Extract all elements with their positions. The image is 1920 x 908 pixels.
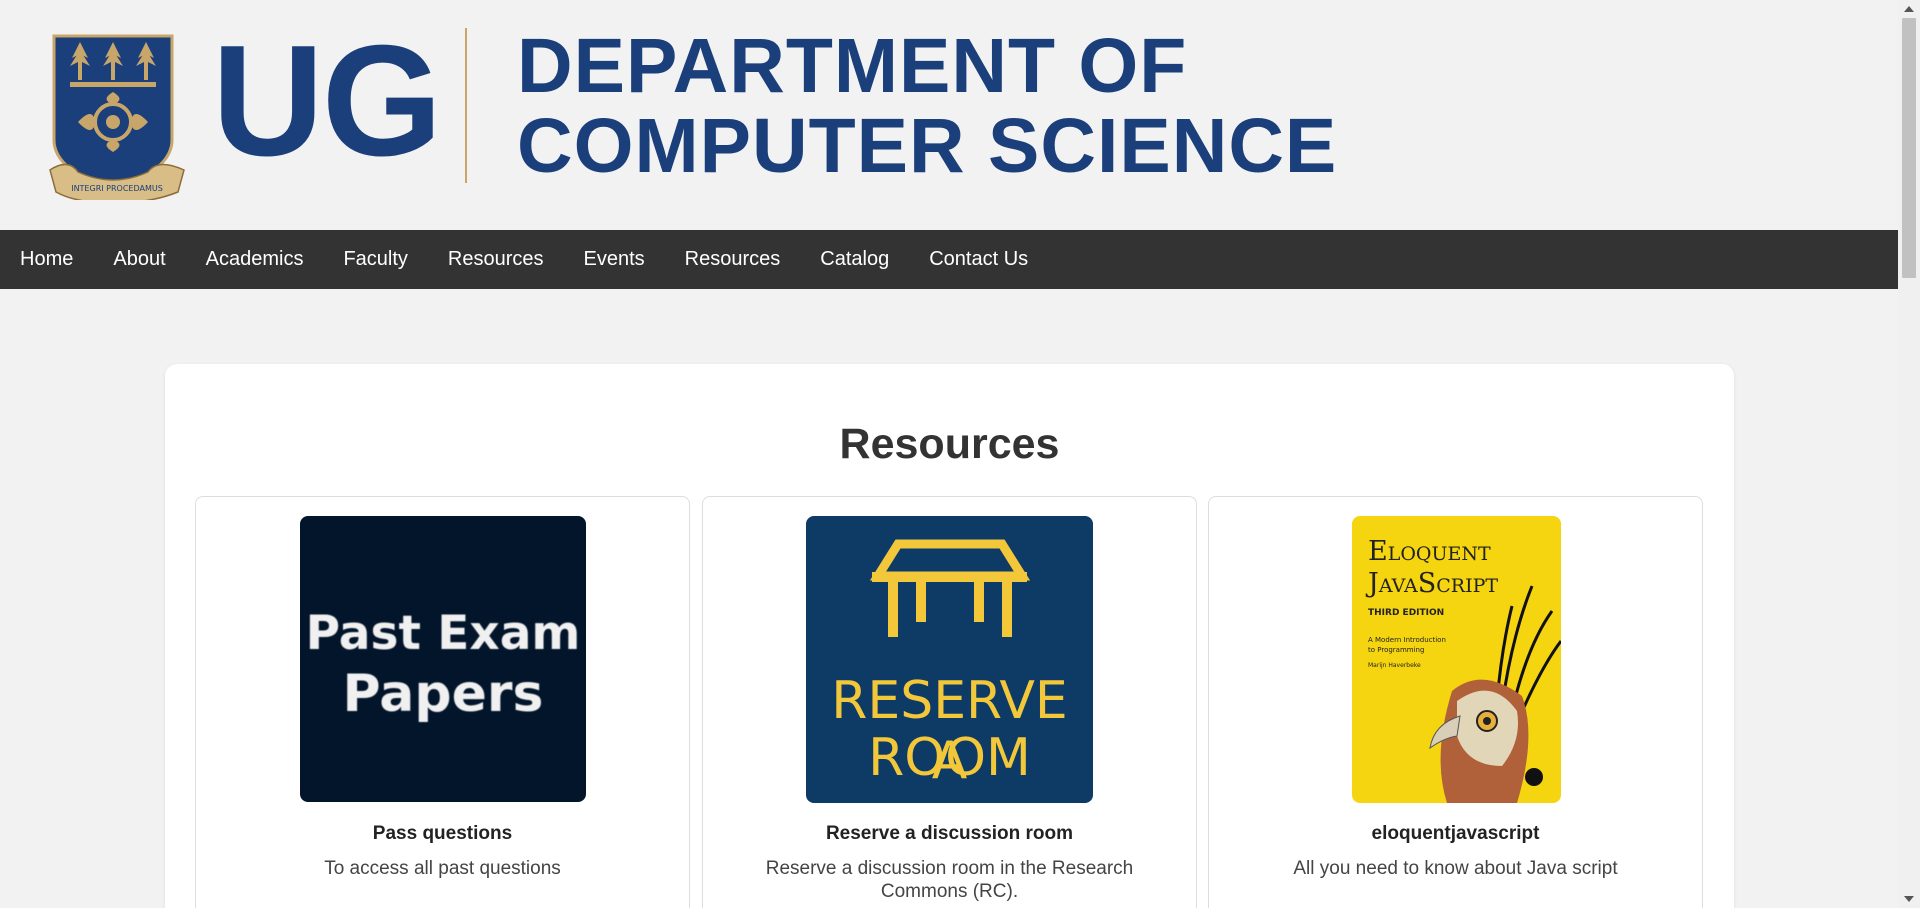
card-title[interactable]: Reserve a discussion room (703, 823, 1196, 845)
university-crest-logo[interactable]: INTEGRI PROCEDAMUS (48, 30, 190, 200)
page-title: Resources (839, 420, 1060, 468)
nav-faculty[interactable]: Faculty (323, 230, 427, 289)
resource-card-eloquent-javascript[interactable]: Eloquent JavaScript THIRD EDITION A Mode… (1208, 496, 1703, 908)
bird-illustration-icon (1429, 585, 1561, 803)
card-title[interactable]: Pass questions (196, 823, 689, 845)
card-description: To access all past questions (324, 858, 561, 879)
card-description: All you need to know about Java script (1293, 858, 1618, 879)
crest-motto: INTEGRI PROCEDAMUS (71, 184, 163, 193)
header-divider (465, 28, 467, 183)
image-text-line2: Papers (342, 664, 544, 724)
resource-card-reserve-room[interactable]: RESERVE A ROOM Reserve a discussion room… (702, 496, 1197, 908)
image-text-line2: ROOM (868, 728, 1031, 788)
department-name: DEPARTMENT OF COMPUTER SCIENCE (517, 26, 1337, 186)
card-description: Reserve a discussion room in the Researc… (765, 858, 1134, 902)
nav-events[interactable]: Events (564, 230, 665, 289)
site-header: INTEGRI PROCEDAMUS UG DEPARTMENT OF COMP… (0, 0, 1898, 230)
main-navbar: Home About Academics Faculty Resources E… (0, 230, 1898, 289)
department-name-line1: DEPARTMENT OF (517, 23, 1188, 109)
scrollbar-thumb[interactable] (1902, 18, 1916, 278)
vertical-scrollbar[interactable] (1898, 0, 1920, 908)
nav-about[interactable]: About (93, 230, 185, 289)
nav-academics[interactable]: Academics (186, 230, 324, 289)
scroll-down-arrow-icon[interactable] (1898, 890, 1920, 908)
image-text-line1: Past Exam (305, 606, 581, 661)
scroll-up-arrow-icon[interactable] (1898, 0, 1920, 18)
nav-catalog[interactable]: Catalog (800, 230, 909, 289)
eloquent-javascript-book-cover[interactable]: Eloquent JavaScript THIRD EDITION A Mode… (1352, 516, 1561, 803)
nav-contact-us[interactable]: Contact Us (909, 230, 1048, 289)
nav-home[interactable]: Home (0, 230, 93, 289)
resource-card-pass-questions[interactable]: Past Exam Papers Pass questions To acces… (195, 496, 690, 908)
reserve-a-room-image[interactable]: RESERVE A ROOM (806, 516, 1093, 803)
nav-resources-2[interactable]: Resources (665, 230, 801, 289)
card-title[interactable]: eloquentjavascript (1209, 823, 1702, 845)
ug-logo-text: UG (212, 13, 442, 189)
department-name-line2: COMPUTER SCIENCE (517, 103, 1338, 189)
past-exam-papers-image[interactable]: Past Exam Papers (300, 516, 586, 802)
table-icon (869, 539, 1031, 637)
resources-panel: Resources Past Exam Papers Pass question… (165, 364, 1734, 908)
nav-resources[interactable]: Resources (428, 230, 564, 289)
